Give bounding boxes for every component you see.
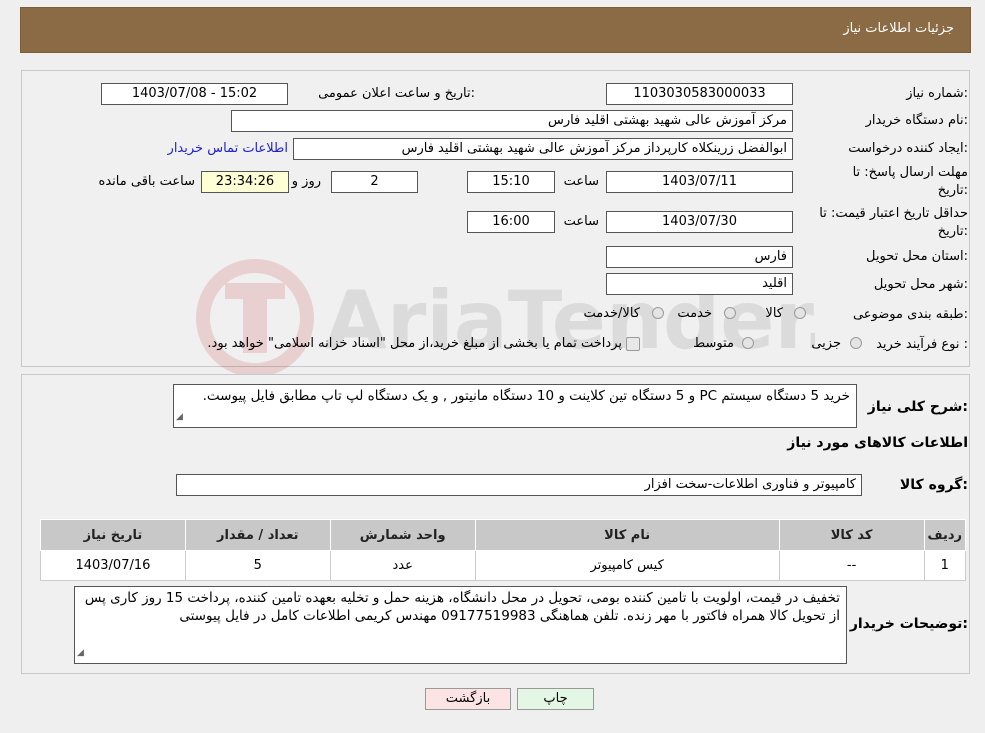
deadline-label: مهلت ارسال پاسخ: تا (852, 165, 968, 180)
purchase-medium-radio[interactable] (742, 337, 754, 349)
validity-date-field: 1403/07/30 (606, 211, 793, 233)
need-number-field: 1103030583000033 (606, 83, 793, 105)
col-header-item-code: کد کالا (778, 519, 925, 551)
goods-group-field: کامپیوتر و فناوری اطلاعات-سخت افزار (176, 474, 862, 496)
cell-item-name: کیس کامپیوتر (474, 550, 780, 581)
category-goods-service-label: کالا/خدمت (583, 306, 640, 321)
need-number-label: شماره نیاز: (906, 86, 968, 101)
back-button[interactable]: بازگشت (425, 688, 511, 710)
page-title: جزئیات اطلاعات نیاز (843, 21, 954, 36)
city-field: اقلید (606, 273, 793, 295)
remaining-label: ساعت باقی مانده (98, 174, 195, 189)
category-goods-label: کالا (765, 306, 783, 321)
summary-label: شرح کلی نیاز: (867, 399, 968, 415)
cell-quantity: 5 (184, 550, 331, 581)
deadline-time-field: 15:10 (467, 171, 555, 193)
buyer-contact-link[interactable]: اطلاعات تماس خریدار (168, 141, 288, 156)
province-field: فارس (606, 246, 793, 268)
purchase-type-label: نوع فرآیند خرید : (876, 337, 968, 352)
print-button[interactable]: چاپ (517, 688, 594, 710)
summary-text: خرید 5 دستگاه سیستم PC و 5 دستگاه تین کل… (202, 388, 850, 404)
col-header-row-number: ردیف (923, 519, 966, 551)
buyer-org-label: نام دستگاه خریدار: (865, 113, 968, 128)
category-goods-service-radio[interactable] (652, 307, 664, 319)
deadline-label-date: تاریخ: (937, 183, 968, 198)
purchase-partial-radio[interactable] (850, 337, 862, 349)
purchase-medium-label: متوسط (693, 336, 734, 351)
page-header: جزئیات اطلاعات نیاز (20, 7, 971, 53)
goods-table: ردیف کد کالا نام کالا واحد شمارش تعداد /… (40, 519, 966, 581)
cell-unit: عدد (329, 550, 476, 581)
purchase-partial-label: جزیی (811, 336, 841, 351)
creator-label: ایجاد کننده درخواست: (848, 141, 968, 156)
goods-table-header-row: ردیف کد کالا نام کالا واحد شمارش تعداد /… (40, 519, 966, 551)
category-service-label: خدمت (677, 306, 712, 321)
resize-grip-icon: ◢ (77, 648, 84, 658)
col-header-need-date: تاریخ نیاز (40, 519, 186, 551)
announce-label: تاریخ و ساعت اعلان عمومی: (318, 86, 475, 101)
col-header-quantity: تعداد / مقدار (184, 519, 331, 551)
announce-datetime-field: 1403/07/08 - 15:02 (101, 83, 288, 105)
creator-field: ابوالفضل زرینکلاه کارپرداز مرکز آموزش عا… (293, 138, 793, 160)
category-service-radio[interactable] (724, 307, 736, 319)
purchase-note: پرداخت تمام یا بخشی از مبلغ خرید،از محل … (207, 336, 622, 351)
buyer-org-field: مرکز آموزش عالی شهید بهشتی اقلید فارس (231, 110, 793, 132)
validity-time-field: 16:00 (467, 211, 555, 233)
buyer-notes-text: تخفیف در قیمت، اولویت با تامین کننده بوم… (84, 590, 840, 624)
city-label: شهر محل تحویل: (873, 277, 968, 292)
category-label: طبقه بندی موضوعی: (852, 307, 968, 322)
table-row: 1 -- کیس کامپیوتر عدد 5 1403/07/16 (40, 550, 966, 581)
buyer-notes-textarea: تخفیف در قیمت، اولویت با تامین کننده بوم… (74, 586, 847, 664)
goods-info-title: اطلاعات کالاهای مورد نیاز (787, 435, 968, 451)
deadline-date-field: 1403/07/11 (606, 171, 793, 193)
deadline-time-label: ساعت (563, 174, 599, 189)
summary-textarea: خرید 5 دستگاه سیستم PC و 5 دستگاه تین کل… (173, 384, 857, 428)
resize-grip-icon: ◢ (176, 412, 183, 422)
col-header-unit: واحد شمارش (329, 519, 476, 551)
validity-label: حداقل تاریخ اعتبار قیمت: تا (819, 206, 968, 221)
buyer-notes-label: توضیحات خریدار: (849, 616, 968, 632)
cell-item-code: -- (778, 550, 925, 581)
cell-row-number: 1 (923, 550, 966, 581)
days-label: روز و (291, 174, 321, 189)
category-goods-radio[interactable] (794, 307, 806, 319)
cell-need-date: 1403/07/16 (40, 550, 186, 581)
treasury-checkbox[interactable] (626, 337, 640, 351)
goods-group-label: گروه کالا: (899, 477, 968, 493)
col-header-item-name: نام کالا (474, 519, 780, 551)
validity-time-label: ساعت (563, 214, 599, 229)
validity-label-date: تاریخ: (937, 224, 968, 239)
days-remaining-field: 2 (331, 171, 418, 193)
remaining-time-field: 23:34:26 (201, 171, 289, 193)
province-label: استان محل تحویل: (866, 249, 968, 264)
